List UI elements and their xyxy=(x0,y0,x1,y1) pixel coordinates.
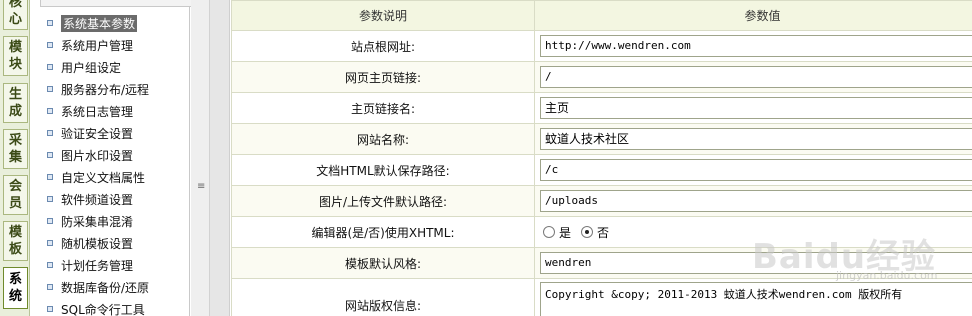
category-tab-strip: 核心 模块 生成 采集 会员 模板 系统 xyxy=(0,0,30,316)
menu-item-doc-attrs[interactable]: 自定义文档属性 xyxy=(47,166,149,188)
grip-icon[interactable]: ≡ xyxy=(197,182,205,192)
bullet-icon xyxy=(47,306,53,312)
site-name-field[interactable]: 蚊道人技术社区 xyxy=(540,128,972,150)
bullet-icon xyxy=(47,64,53,70)
table-row: 网站版权信息: Copyright &copy; 2011-2013 蚊道人技术… xyxy=(231,278,972,316)
row-label: 网站名称: xyxy=(231,123,535,155)
system-menu: 系统基本参数 系统用户管理 用户组设定 服务器分布/远程 系统日志管理 验证安全… xyxy=(30,0,212,316)
bullet-icon xyxy=(47,240,53,246)
bullet-icon xyxy=(47,284,53,290)
column-header-value: 参数值 xyxy=(534,0,972,31)
homepage-link-field[interactable]: / xyxy=(540,66,972,88)
menu-item-software-channel[interactable]: 软件频道设置 xyxy=(47,188,149,210)
settings-panel: 参数说明 参数值 站点根网址: http://www.wendren.com 网… xyxy=(231,0,972,316)
radio-yes[interactable] xyxy=(543,226,555,238)
bullet-icon xyxy=(47,174,53,180)
menu-item-db-backup[interactable]: 数据库备份/还原 xyxy=(47,276,149,298)
upload-path-field[interactable]: /uploads xyxy=(540,190,972,212)
radio-yes-label: 是 xyxy=(559,225,572,240)
table-row: 图片/上传文件默认路径: /uploads xyxy=(231,185,972,217)
menu-item-logs[interactable]: 系统日志管理 xyxy=(47,100,149,122)
site-url-field[interactable]: http://www.wendren.com xyxy=(540,35,972,57)
row-label: 图片/上传文件默认路径: xyxy=(231,185,535,217)
row-label: 模板默认风格: xyxy=(231,247,535,279)
table-header-row: 参数说明 参数值 xyxy=(231,0,972,31)
tab-member[interactable]: 会员 xyxy=(3,175,28,215)
template-style-field[interactable]: wendren xyxy=(540,252,972,274)
menu-item-user-groups[interactable]: 用户组设定 xyxy=(47,56,149,78)
frame-gutter xyxy=(210,0,230,316)
xhtml-radio-group: 是 否 xyxy=(543,224,972,241)
tab-core[interactable]: 核心 xyxy=(3,0,28,30)
tab-template[interactable]: 模板 xyxy=(3,221,28,261)
row-label: 主页链接名: xyxy=(231,92,535,124)
bullet-icon xyxy=(47,86,53,92)
bullet-icon xyxy=(47,218,53,224)
table-row: 模板默认风格: wendren xyxy=(231,247,972,279)
tab-system[interactable]: 系统 xyxy=(3,267,28,309)
frame-splitter[interactable]: ≡ xyxy=(191,0,210,316)
homepage-name-field[interactable]: 主页 xyxy=(540,97,972,119)
bullet-icon xyxy=(47,152,53,158)
tab-generate[interactable]: 生成 xyxy=(3,83,28,123)
table-row: 网页主页链接: / xyxy=(231,61,972,93)
bullet-icon xyxy=(47,130,53,136)
bullet-icon xyxy=(47,42,53,48)
radio-no-label: 否 xyxy=(597,225,610,240)
row-label: 网站版权信息: xyxy=(231,278,535,316)
column-header-description: 参数说明 xyxy=(231,0,535,31)
table-row: 网站名称: 蚊道人技术社区 xyxy=(231,123,972,155)
tab-collect[interactable]: 采集 xyxy=(3,129,28,169)
table-row: 文档HTML默认保存路径: /c xyxy=(231,154,972,186)
html-path-field[interactable]: /c xyxy=(540,159,972,181)
row-label: 网页主页链接: xyxy=(231,61,535,93)
row-label: 文档HTML默认保存路径: xyxy=(231,154,535,186)
copyright-textarea[interactable]: Copyright &copy; 2011-2013 蚊道人技术wendren.… xyxy=(540,281,972,316)
bullet-icon xyxy=(47,108,53,114)
menu-item-users[interactable]: 系统用户管理 xyxy=(47,34,149,56)
menu-item-anti-collect[interactable]: 防采集串混淆 xyxy=(47,210,149,232)
bullet-icon xyxy=(47,196,53,202)
row-label: 站点根网址: xyxy=(231,30,535,62)
menu-item-basic-params[interactable]: 系统基本参数 xyxy=(47,12,149,34)
menu-item-random-template[interactable]: 随机模板设置 xyxy=(47,232,149,254)
menu-item-scheduled-tasks[interactable]: 计划任务管理 xyxy=(47,254,149,276)
bullet-icon xyxy=(47,20,53,26)
settings-table: 参数说明 参数值 站点根网址: http://www.wendren.com 网… xyxy=(231,0,972,316)
row-label: 编辑器(是/否)使用XHTML: xyxy=(231,216,535,248)
table-row: 主页链接名: 主页 xyxy=(231,92,972,124)
menu-item-watermark[interactable]: 图片水印设置 xyxy=(47,144,149,166)
menu-item-security[interactable]: 验证安全设置 xyxy=(47,122,149,144)
radio-no[interactable] xyxy=(581,226,594,238)
admin-window: 核心 模块 生成 采集 会员 模板 系统 系统基本参数 系统用户管理 用户组设定… xyxy=(0,0,972,316)
table-row: 站点根网址: http://www.wendren.com xyxy=(231,30,972,62)
menu-header-bar xyxy=(40,0,212,7)
menu-item-servers[interactable]: 服务器分布/远程 xyxy=(47,78,149,100)
bullet-icon xyxy=(47,262,53,268)
table-row: 编辑器(是/否)使用XHTML: 是 否 xyxy=(231,216,972,248)
tab-module[interactable]: 模块 xyxy=(3,36,28,76)
menu-item-sql-tool[interactable]: SQL命令行工具 xyxy=(47,298,149,316)
